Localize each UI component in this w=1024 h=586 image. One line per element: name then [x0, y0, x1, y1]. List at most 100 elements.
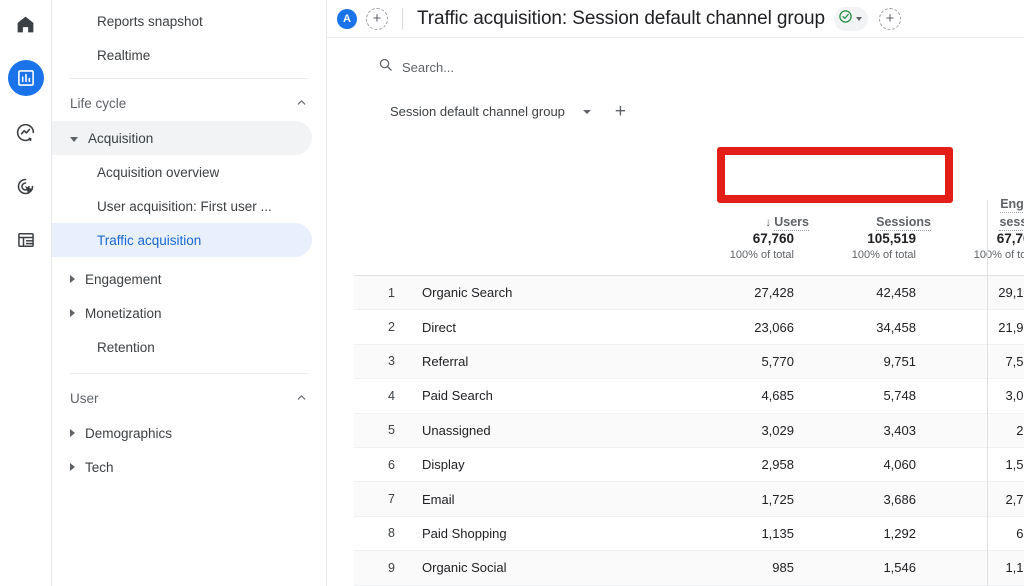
row-users: 5,770 — [687, 344, 809, 378]
advertising-icon[interactable] — [8, 168, 44, 204]
column-header-users[interactable]: ↓Users — [687, 139, 809, 231]
sidebar-item-label: User acquisition: First user ... — [97, 199, 272, 214]
sidebar-item-engagement[interactable]: Engagement — [52, 262, 312, 296]
sidebar-item-user-acquisition[interactable]: User acquisition: First user ... — [52, 189, 312, 223]
row-users: 2,958 — [687, 447, 809, 481]
table-row[interactable]: 5Unassigned3,0293,403224 — [354, 413, 1024, 447]
row-sessions: 9,751 — [809, 344, 931, 378]
row-index: 5 — [354, 413, 406, 447]
sidebar-item-label: Acquisition — [88, 131, 153, 146]
report-body: Search... Session default channel group … — [327, 50, 1024, 586]
dimension-dropdown[interactable]: Session default channel group — [378, 99, 601, 124]
sidebar-item-label: Reports snapshot — [97, 14, 203, 29]
totals-dimension — [406, 231, 687, 276]
totals-subtext: 100% of total — [809, 249, 916, 261]
column-header-label-line2: sessions — [999, 215, 1024, 231]
table-row[interactable]: 4Paid Search4,6855,7483,036 — [354, 379, 1024, 413]
table-row[interactable]: 1Organic Search27,42842,45829,138 — [354, 276, 1024, 310]
chevron-down-icon — [583, 110, 591, 114]
column-header-label: Users — [774, 215, 809, 231]
row-index: 7 — [354, 482, 406, 516]
column-header-engaged-sessions[interactable]: Engaged sessions — [931, 139, 1024, 231]
row-users: 985 — [687, 551, 809, 585]
row-engaged-sessions: 21,925 — [931, 310, 1024, 344]
row-sessions: 3,403 — [809, 413, 931, 447]
analytics-app: Reports snapshot Realtime Life cycle Acq… — [0, 0, 1024, 586]
totals-sessions: 105,519 100% of total — [809, 231, 931, 276]
table-row[interactable]: 2Direct23,06634,45821,925 — [354, 310, 1024, 344]
table-row[interactable]: 6Display2,9584,0601,526 — [354, 447, 1024, 481]
sidebar-section-life-cycle[interactable]: Life cycle — [52, 85, 326, 121]
home-icon[interactable] — [8, 6, 44, 42]
chevron-down-icon — [856, 17, 862, 21]
row-dimension: Organic Search — [406, 276, 687, 310]
sidebar-item-acquisition-overview[interactable]: Acquisition overview — [52, 155, 312, 189]
table-row[interactable]: 3Referral5,7709,7517,594 — [354, 344, 1024, 378]
row-dimension: Organic Social — [406, 551, 687, 585]
row-sessions: 42,458 — [809, 276, 931, 310]
sidebar-item-acquisition[interactable]: Acquisition — [52, 121, 312, 155]
sidebar-item-realtime[interactable]: Realtime — [52, 38, 312, 72]
sidebar-section-label: User — [70, 391, 99, 406]
status-badge[interactable] — [834, 7, 868, 31]
row-dimension: Paid Shopping — [406, 516, 687, 550]
column-header-sessions[interactable]: Sessions — [809, 139, 931, 231]
totals-index — [354, 231, 406, 276]
row-users: 3,029 — [687, 413, 809, 447]
add-dimension-button[interactable]: + — [615, 102, 626, 121]
row-sessions: 5,748 — [809, 379, 931, 413]
avatar[interactable]: A — [337, 9, 357, 29]
explore-icon[interactable] — [8, 114, 44, 150]
table-body: 1Organic Search27,42842,45829,1382Direct… — [354, 276, 1024, 586]
header-divider — [402, 8, 403, 30]
chevron-up-icon — [295, 96, 308, 111]
row-index: 4 — [354, 379, 406, 413]
sidebar-section-user[interactable]: User — [52, 380, 326, 416]
row-users: 27,428 — [687, 276, 809, 310]
sidebar-divider — [70, 78, 308, 79]
row-users: 1,725 — [687, 482, 809, 516]
data-table: ↓Users Sessions Engaged sessions — [354, 139, 1024, 586]
add-comparison-button[interactable]: + — [366, 8, 388, 30]
column-header-label-line1: Engaged — [1000, 197, 1024, 213]
table-row[interactable]: 7Email1,7253,6862,738 — [354, 482, 1024, 516]
row-sessions: 1,546 — [809, 551, 931, 585]
row-dimension: Paid Search — [406, 379, 687, 413]
sidebar-item-retention[interactable]: Retention — [52, 330, 312, 364]
row-engaged-sessions: 29,138 — [931, 276, 1024, 310]
sidebar-item-demographics[interactable]: Demographics — [52, 416, 312, 450]
sidebar-item-label: Engagement — [85, 272, 162, 287]
sidebar-section-label: Life cycle — [70, 96, 126, 111]
search-row: Search... — [354, 50, 1024, 84]
table-header-row: ↓Users Sessions Engaged sessions — [354, 139, 1024, 231]
reports-icon[interactable] — [8, 60, 44, 96]
caret-down-icon — [70, 137, 78, 142]
table-row[interactable]: 9Organic Social9851,5461,171 — [354, 551, 1024, 585]
caret-right-icon — [70, 429, 75, 437]
row-index: 8 — [354, 516, 406, 550]
caret-right-icon — [70, 275, 75, 283]
sidebar-item-tech[interactable]: Tech — [52, 450, 312, 484]
main-content: A + Traffic acquisition: Session default… — [327, 0, 1024, 586]
header-dimension — [406, 139, 687, 231]
row-index: 3 — [354, 344, 406, 378]
row-dimension: Referral — [406, 344, 687, 378]
row-engaged-sessions: 3,036 — [931, 379, 1024, 413]
dimension-label: Session default channel group — [390, 104, 565, 119]
sidebar-item-monetization[interactable]: Monetization — [52, 296, 312, 330]
row-sessions: 4,060 — [809, 447, 931, 481]
library-icon[interactable] — [8, 222, 44, 258]
sidebar-item-label: Demographics — [85, 426, 172, 441]
row-index: 9 — [354, 551, 406, 585]
row-index: 2 — [354, 310, 406, 344]
totals-engaged-sessions: 67,701 100% of total — [931, 231, 1024, 276]
sidebar-item-traffic-acquisition[interactable]: Traffic acquisition — [52, 223, 312, 257]
row-users: 1,135 — [687, 516, 809, 550]
row-dimension: Display — [406, 447, 687, 481]
header-index — [354, 139, 406, 231]
add-report-button[interactable]: + — [879, 8, 901, 30]
search-input[interactable]: Search... — [402, 60, 454, 75]
totals-users: 67,760 100% of total — [687, 231, 809, 276]
table-row[interactable]: 8Paid Shopping1,1351,292691 — [354, 516, 1024, 550]
sidebar-item-reports-snapshot[interactable]: Reports snapshot — [52, 4, 312, 38]
